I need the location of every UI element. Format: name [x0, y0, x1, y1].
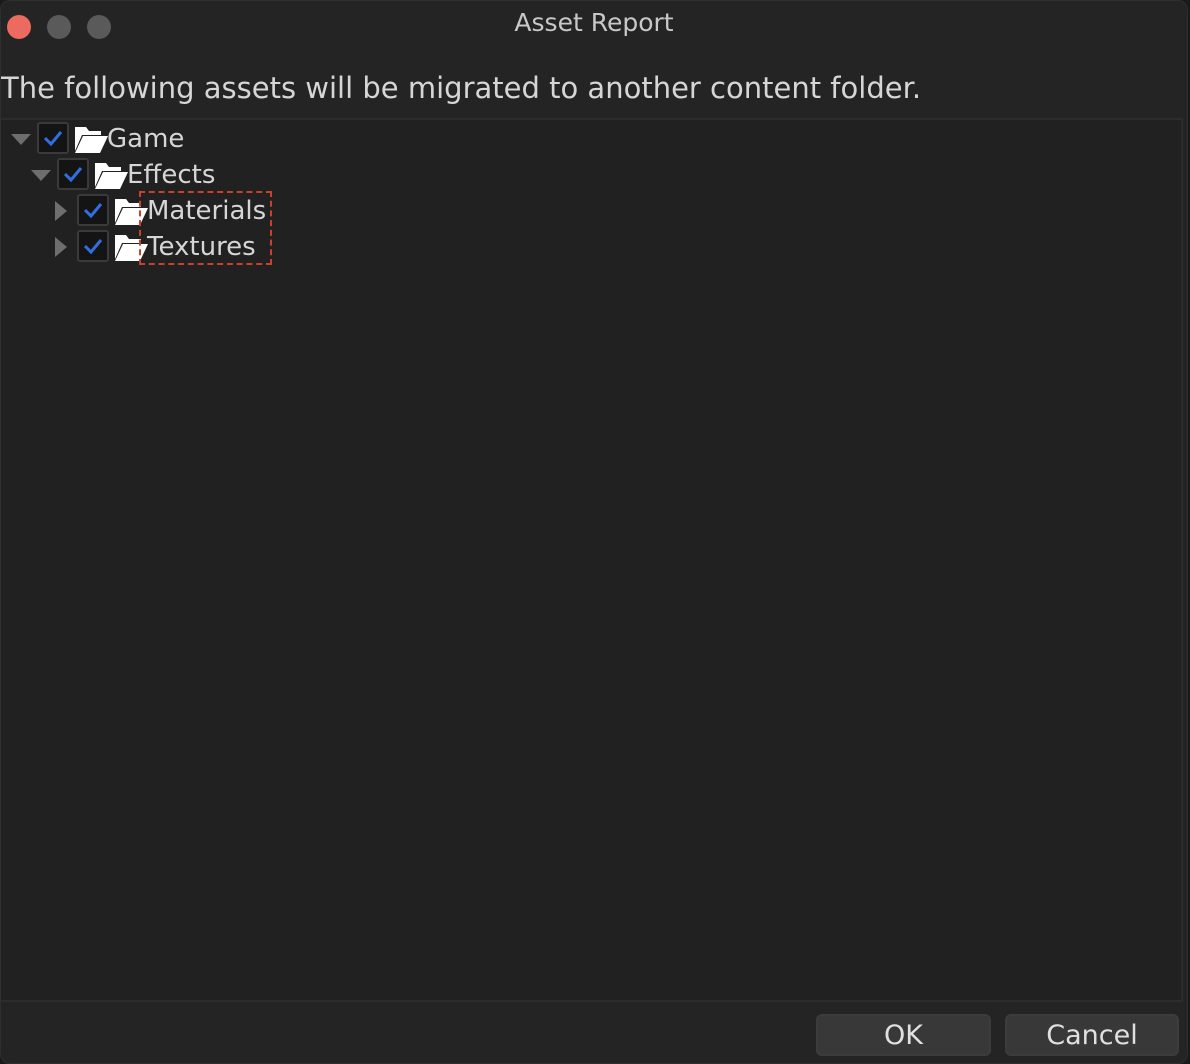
tree-item-label[interactable]: Materials [147, 193, 266, 229]
checkmark-icon [83, 239, 103, 255]
expand-arrow-icon[interactable] [49, 193, 73, 229]
checkbox-effects[interactable] [57, 158, 89, 190]
ok-button[interactable]: OK [816, 1014, 991, 1056]
collapse-arrow-icon[interactable] [9, 121, 33, 157]
checkmark-icon [63, 167, 83, 183]
tree-row-game: Game [1, 121, 401, 157]
asset-tree: Game Effects Materials Textures [1, 118, 1183, 1002]
dialog-footer: OK Cancel [1, 1004, 1187, 1063]
tree-item-label[interactable]: Game [107, 121, 184, 157]
asset-report-window: Asset Report The following assets will b… [0, 0, 1188, 1064]
open-folder-icon [75, 127, 108, 153]
title-bar: Asset Report [1, 1, 1187, 49]
collapse-arrow-icon[interactable] [29, 157, 53, 193]
checkmark-icon [43, 131, 63, 147]
open-folder-icon [115, 199, 148, 225]
tree-row-materials: Materials [1, 193, 401, 229]
open-folder-icon [115, 235, 148, 261]
checkbox-textures[interactable] [77, 230, 109, 262]
open-folder-icon [95, 163, 128, 189]
checkbox-materials[interactable] [77, 194, 109, 226]
cancel-button[interactable]: Cancel [1005, 1014, 1179, 1056]
window-title: Asset Report [514, 8, 674, 37]
tree-item-label[interactable]: Effects [127, 157, 215, 193]
expand-arrow-icon[interactable] [49, 229, 73, 265]
checkbox-game[interactable] [37, 122, 69, 154]
migration-description: The following assets will be migrated to… [1, 71, 922, 105]
tree-item-label[interactable]: Textures [147, 229, 256, 265]
tree-row-textures: Textures [1, 229, 401, 265]
tree-row-effects: Effects [1, 157, 401, 193]
checkmark-icon [83, 203, 103, 219]
